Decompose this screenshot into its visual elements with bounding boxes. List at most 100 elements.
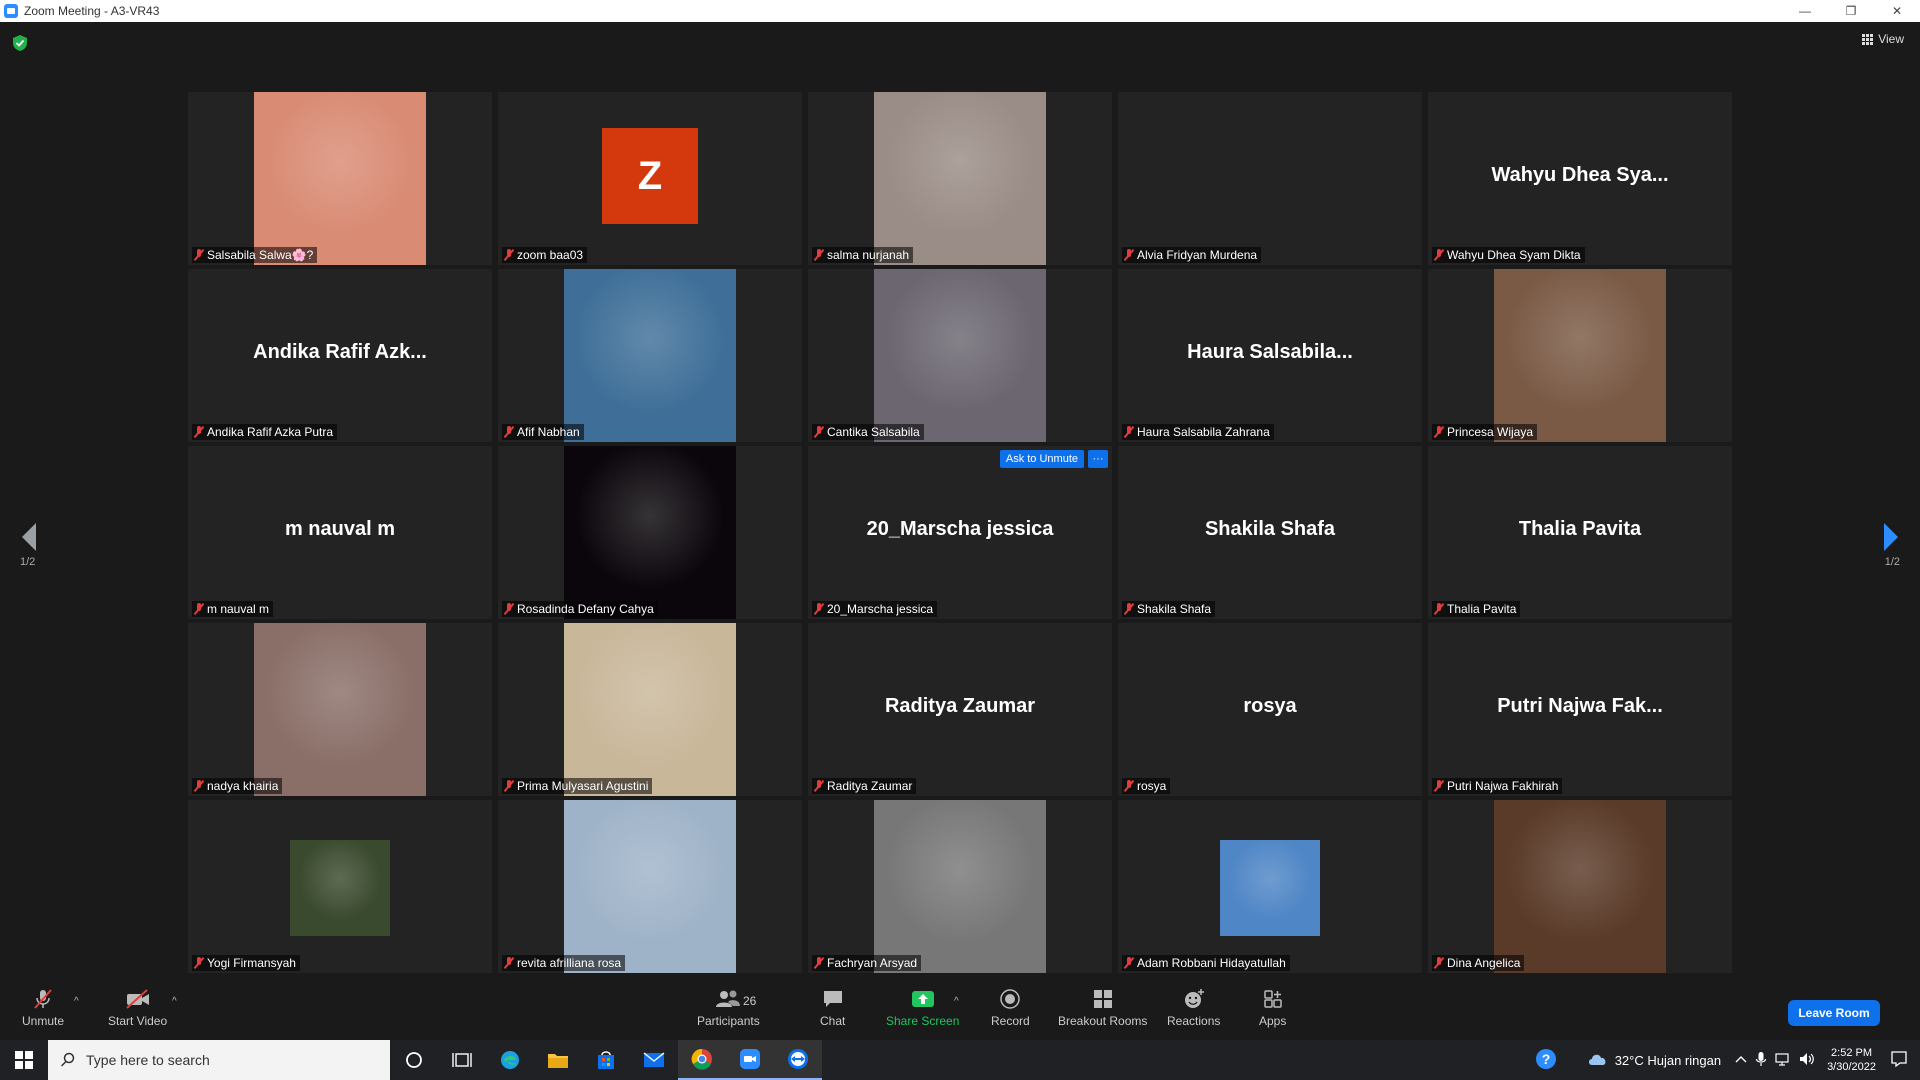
participant-tile[interactable]: Cantika Salsabila xyxy=(808,269,1112,442)
muted-microphone-icon xyxy=(194,603,204,615)
video-options-caret[interactable]: ^ xyxy=(172,996,177,1007)
muted-microphone-icon xyxy=(814,780,824,792)
taskbar-clock[interactable]: 2:52 PM 3/30/2022 xyxy=(1827,1046,1876,1074)
participant-tile[interactable]: Yogi Firmansyah xyxy=(188,800,492,973)
audio-options-caret[interactable]: ^ xyxy=(74,996,79,1007)
reactions-button[interactable]: Reactions xyxy=(1167,988,1220,1028)
muted-microphone-icon xyxy=(1434,957,1444,969)
participant-tile[interactable]: Shakila Shafa Shakila Shafa xyxy=(1118,446,1422,619)
taskbar-chrome[interactable] xyxy=(678,1040,726,1080)
participant-name-label: salma nurjanah xyxy=(812,247,914,263)
show-hidden-icons-chevron-icon[interactable] xyxy=(1735,1053,1747,1067)
minimize-button[interactable]: — xyxy=(1782,0,1828,22)
next-page-arrow-icon[interactable] xyxy=(1876,517,1906,557)
participant-name-label: Andika Rafif Azka Putra xyxy=(192,424,338,440)
participant-name-label: Rosadinda Defany Cahya xyxy=(502,601,658,617)
participant-name-label: revita afrilliana rosa xyxy=(502,955,626,971)
participant-tile[interactable]: salma nurjanah xyxy=(808,92,1112,265)
participant-name-label: Wahyu Dhea Syam Dikta xyxy=(1432,247,1585,263)
microphone-in-use-icon[interactable] xyxy=(1755,1051,1767,1070)
participant-tile[interactable]: Salsabila Salwa🌸? xyxy=(188,92,492,265)
breakout-rooms-button[interactable]: Breakout Rooms xyxy=(1058,988,1147,1028)
cortana-button[interactable] xyxy=(390,1040,438,1080)
participant-tile[interactable]: Fachryan Arsyad xyxy=(808,800,1112,973)
participant-tile[interactable]: Zzoom baa03 xyxy=(498,92,802,265)
chat-icon xyxy=(822,988,844,1010)
weather-cloud-icon[interactable] xyxy=(1587,1051,1609,1070)
participant-name-label: Afif Nabhan xyxy=(502,424,584,440)
share-options-caret[interactable]: ^ xyxy=(954,996,959,1007)
participant-name-label: Prima Mulyasari Agustini xyxy=(502,778,653,794)
participant-tile[interactable]: Haura Salsabila... Haura Salsabila Zahran… xyxy=(1118,269,1422,442)
participant-tile[interactable]: Dina Angelica xyxy=(1428,800,1732,973)
participant-tile[interactable]: revita afrilliana rosa xyxy=(498,800,802,973)
muted-microphone-icon xyxy=(194,249,204,261)
restore-button[interactable]: ❐ xyxy=(1828,0,1874,22)
participant-name: rosya xyxy=(1137,779,1167,793)
participant-tile[interactable]: rosya rosya xyxy=(1118,623,1422,796)
participant-name-label: Princesa Wijaya xyxy=(1432,424,1538,440)
participant-name: Alvia Fridyan Murdena xyxy=(1137,248,1258,262)
participant-tile[interactable]: Raditya Zaumar Raditya Zaumar xyxy=(808,623,1112,796)
participant-video-grid: Salsabila Salwa🌸? Zzoom baa03 salma nurjan… xyxy=(188,92,1732,973)
chat-button[interactable]: Chat xyxy=(820,988,845,1028)
participant-name: Haura Salsabila Zahrana xyxy=(1137,425,1270,439)
start-video-button[interactable]: Start Video xyxy=(108,988,167,1028)
participant-video-feed xyxy=(290,840,390,936)
window-titlebar: Zoom Meeting - A3-VR43 — ❐ ✕ xyxy=(0,0,1920,22)
participant-tile[interactable]: Thalia Pavita Thalia Pavita xyxy=(1428,446,1732,619)
participant-name: Cantika Salsabila xyxy=(827,425,920,439)
help-icon[interactable]: ? xyxy=(1535,1048,1557,1073)
participant-tile[interactable]: Afif Nabhan xyxy=(498,269,802,442)
leave-room-button[interactable]: Leave Room xyxy=(1788,1000,1880,1026)
start-button[interactable] xyxy=(0,1040,48,1080)
participant-tile[interactable]: 20_Marscha jessica Ask to Unmute ··· 20_Mar… xyxy=(808,446,1112,619)
previous-page-arrow-icon[interactable] xyxy=(14,517,44,557)
task-view-button[interactable] xyxy=(438,1040,486,1080)
more-options-button[interactable]: ··· xyxy=(1088,450,1108,468)
participant-tile[interactable]: m nauval m m nauval m xyxy=(188,446,492,619)
grid-view-icon xyxy=(1862,33,1874,45)
participant-tile[interactable]: Putri Najwa Fak... Putri Najwa Fakhirah xyxy=(1428,623,1732,796)
taskbar-store[interactable] xyxy=(582,1040,630,1080)
participant-tile[interactable]: Rosadinda Defany Cahya xyxy=(498,446,802,619)
taskbar-file-explorer[interactable] xyxy=(534,1040,582,1080)
taskbar-teamviewer[interactable] xyxy=(774,1040,822,1080)
participant-video-feed xyxy=(1494,800,1666,973)
participant-video-feed xyxy=(874,92,1046,265)
view-button[interactable]: View xyxy=(1862,32,1904,46)
muted-microphone-icon xyxy=(1434,249,1444,261)
taskbar-edge[interactable] xyxy=(486,1040,534,1080)
ask-to-unmute-button[interactable]: Ask to Unmute xyxy=(999,450,1084,468)
muted-microphone-icon xyxy=(194,426,204,438)
participant-tile[interactable]: Andika Rafif Azk... Andika Rafif Azka Put… xyxy=(188,269,492,442)
participant-name: Thalia Pavita xyxy=(1447,602,1517,616)
taskbar-search-box[interactable]: Type here to search xyxy=(48,1040,390,1080)
meeting-area: View 1/2 1/2 Salsabila Salwa🌸? Zzoom baa0… xyxy=(0,22,1920,978)
participant-name-label: Shakila Shafa xyxy=(1122,601,1216,617)
volume-speaker-icon[interactable] xyxy=(1799,1052,1815,1069)
close-button[interactable]: ✕ xyxy=(1874,0,1920,22)
network-icon[interactable] xyxy=(1775,1052,1791,1069)
apps-button[interactable]: Apps xyxy=(1259,988,1286,1028)
view-label: View xyxy=(1878,32,1904,46)
mail-envelope-icon xyxy=(643,1052,665,1067)
participant-tile[interactable]: Adam Robbani Hidayatullah xyxy=(1118,800,1422,973)
shield-icon[interactable] xyxy=(12,34,28,52)
taskbar-zoom[interactable] xyxy=(726,1040,774,1080)
unmute-button[interactable]: Unmute xyxy=(22,988,64,1028)
participant-tile[interactable]: Princesa Wijaya xyxy=(1428,269,1732,442)
participant-tile[interactable]: nadya khairia xyxy=(188,623,492,796)
participant-name-label: Salsabila Salwa🌸? xyxy=(192,247,318,263)
participant-tile[interactable]: Wahyu Dhea Sya... Wahyu Dhea Syam Dikta xyxy=(1428,92,1732,265)
notifications-icon[interactable] xyxy=(1890,1050,1908,1071)
participant-display-name: rosya xyxy=(1243,695,1297,717)
weather-text[interactable]: 32°C Hujan ringan xyxy=(1615,1053,1721,1068)
taskbar-mail[interactable] xyxy=(630,1040,678,1080)
participant-tile[interactable]: Prima Mulyasari Agustini xyxy=(498,623,802,796)
participant-tile[interactable]: Alvia Fridyan Murdena xyxy=(1118,92,1422,265)
share-screen-button[interactable]: Share Screen xyxy=(886,988,959,1028)
record-button[interactable]: Record xyxy=(991,988,1030,1028)
window-title: Zoom Meeting - A3-VR43 xyxy=(24,4,160,18)
muted-microphone-icon xyxy=(1434,780,1444,792)
